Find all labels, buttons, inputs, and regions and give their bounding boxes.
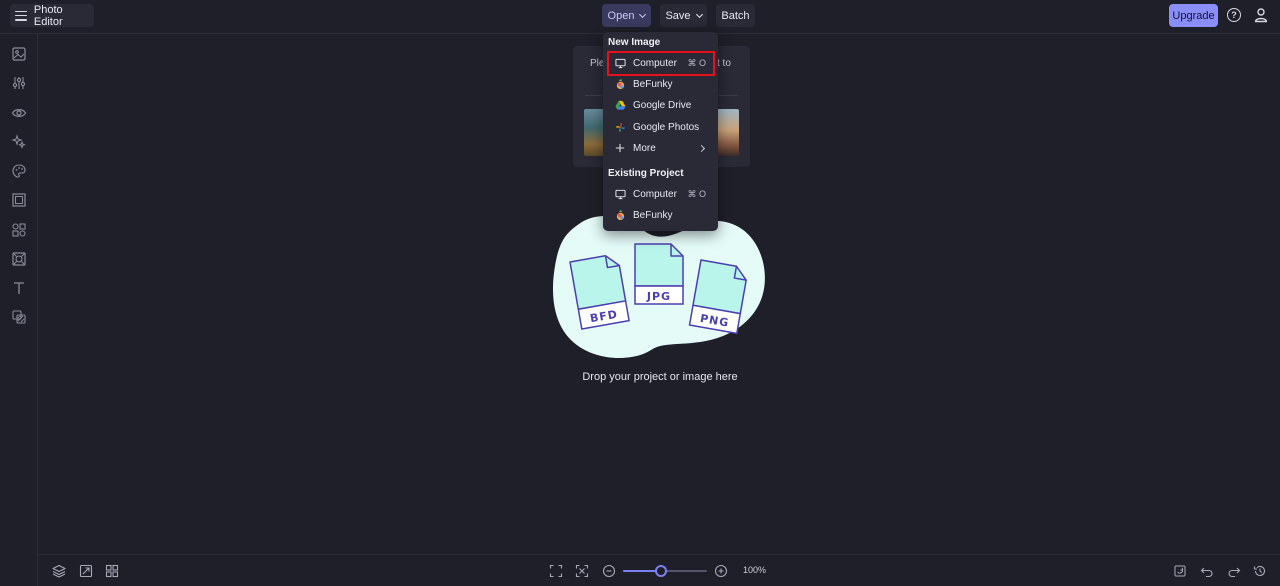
grid-view-icon[interactable] <box>105 564 119 578</box>
menu-item-more[interactable]: More <box>606 138 715 158</box>
menu-item-label: BeFunky <box>633 209 673 221</box>
upgrade-button[interactable]: Upgrade <box>1169 4 1218 27</box>
drop-illustration: BFD JPG PNG <box>552 212 767 360</box>
keyboard-shortcut: ⌘ O <box>687 57 706 68</box>
chevron-right-icon <box>697 144 706 152</box>
app-title: Photo Editor <box>33 3 63 28</box>
befunky-icon <box>614 78 626 90</box>
image-tool-icon[interactable] <box>11 46 27 62</box>
open-button[interactable]: Open <box>602 4 651 27</box>
refresh-icon[interactable] <box>1173 564 1187 578</box>
zoom-out-icon[interactable] <box>602 564 616 578</box>
befunky-icon <box>614 209 626 221</box>
menu-item-label: Computer <box>633 188 677 200</box>
layers-textures-icon[interactable] <box>11 309 27 325</box>
monitor-icon <box>614 57 626 69</box>
menu-item-new-computer[interactable]: Computer ⌘ O <box>606 53 715 73</box>
effects-sparkle-icon[interactable] <box>11 134 27 150</box>
overlay-icon[interactable] <box>11 251 27 267</box>
eye-icon[interactable] <box>11 105 27 121</box>
main-menu-button[interactable]: Photo Editor <box>10 3 94 28</box>
chevron-down-icon <box>639 10 647 18</box>
menu-item-google-photos[interactable]: Google Photos <box>606 117 715 137</box>
undo-icon[interactable] <box>1200 564 1214 578</box>
google-drive-icon <box>614 99 626 111</box>
upgrade-label: Upgrade <box>1172 9 1215 22</box>
file-type-jpg: JPG <box>646 290 671 303</box>
resize-icon[interactable] <box>79 564 93 578</box>
menu-item-label: Google Drive <box>633 99 692 111</box>
google-photos-icon <box>614 121 626 133</box>
plus-icon <box>614 142 626 154</box>
start-panel-text-right: t to <box>717 58 731 69</box>
user-account-icon[interactable] <box>1253 7 1269 23</box>
menu-item-new-befunky[interactable]: BeFunky <box>606 74 715 94</box>
redo-icon[interactable] <box>1227 564 1241 578</box>
help-glyph: ? <box>1231 10 1237 20</box>
zoom-slider-handle[interactable] <box>654 565 667 577</box>
open-dropdown-menu: New Image Computer ⌘ O BeFunky Google Dr… <box>603 32 718 231</box>
graphics-shapes-icon[interactable] <box>11 222 27 238</box>
batch-label: Batch <box>721 9 750 22</box>
save-button[interactable]: Save <box>660 4 707 27</box>
menu-item-google-drive[interactable]: Google Drive <box>606 95 715 115</box>
layers-icon[interactable] <box>52 564 66 578</box>
keyboard-shortcut: ⌘ O <box>687 188 706 199</box>
drop-zone-text: Drop your project or image here <box>582 371 738 383</box>
history-icon[interactable] <box>1253 564 1267 578</box>
menu-item-label: Computer <box>633 57 677 69</box>
existing-project-header: Existing Project <box>608 168 684 179</box>
menu-item-existing-computer[interactable]: Computer ⌘ O <box>606 184 715 204</box>
chevron-down-icon <box>695 10 703 18</box>
menu-item-existing-befunky[interactable]: BeFunky <box>606 205 715 225</box>
zoom-in-icon[interactable] <box>714 564 728 578</box>
frame-icon[interactable] <box>11 192 27 208</box>
top-bar: Photo Editor Open Save Batch Upgrade ? <box>0 0 1280 34</box>
help-icon[interactable]: ? <box>1227 8 1241 22</box>
bottom-bar: 100% <box>38 554 1280 586</box>
menu-item-label: BeFunky <box>633 78 673 90</box>
sample-image-thumbnail[interactable] <box>717 109 739 156</box>
menu-item-label: More <box>633 142 656 154</box>
new-image-header: New Image <box>608 37 661 48</box>
batch-button[interactable]: Batch <box>716 4 755 27</box>
zoom-level-label: 100% <box>743 565 767 575</box>
open-label: Open <box>607 9 635 22</box>
menu-item-label: Google Photos <box>633 121 700 133</box>
artsy-palette-icon[interactable] <box>11 163 27 179</box>
save-label: Save <box>665 9 691 22</box>
monitor-icon <box>614 188 626 200</box>
hamburger-icon <box>15 10 27 21</box>
left-toolbar <box>0 34 38 586</box>
adjust-sliders-icon[interactable] <box>11 75 27 91</box>
fit-to-screen-icon[interactable] <box>549 564 563 578</box>
actual-size-icon[interactable] <box>575 564 589 578</box>
text-tool-icon[interactable] <box>11 280 27 296</box>
